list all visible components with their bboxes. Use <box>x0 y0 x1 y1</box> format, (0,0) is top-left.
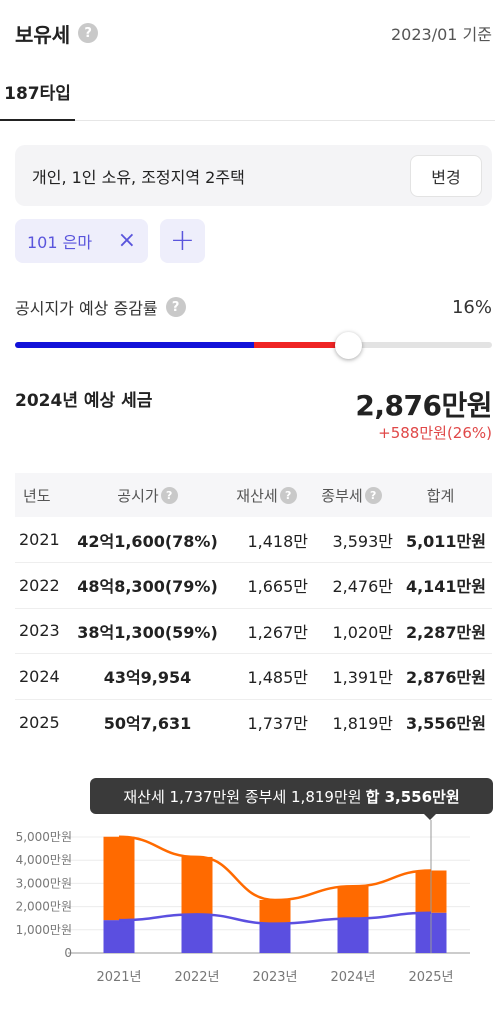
table-row: 2021 42억1,600(78%) 1,418만 3,593만 5,011만원 <box>15 517 492 563</box>
cell-comprehensive: 3,593만 <box>310 517 395 563</box>
cell-property: 1,485만 <box>225 653 310 700</box>
tooltip-text: 재산세 1,737만원 종부세 1,819만원 <box>123 787 362 806</box>
y-tick-label: 1,000만원 <box>16 923 72 937</box>
header-property: 재산세? <box>225 473 310 517</box>
x-tick-label: 2025년 <box>408 970 453 985</box>
cell-total: 3,556만원 <box>405 714 486 733</box>
y-tick-label: 5,000만원 <box>16 830 72 844</box>
x-tick-label: 2022년 <box>174 970 219 985</box>
help-icon[interactable]: ? <box>279 486 297 504</box>
header-total: 합계 <box>395 473 492 517</box>
tab-bar: 187타입 <box>0 62 495 121</box>
tax-chart[interactable]: 0 1,000만원 2,000만원 3,000만원 4,000만원 5,000만원 2021… <box>0 820 495 1024</box>
cell-year: 2022 <box>15 562 70 609</box>
bar-property <box>181 914 213 953</box>
y-tick-label: 4,000만원 <box>16 853 72 867</box>
help-icon[interactable]: ? <box>165 297 186 317</box>
cell-comprehensive: 1,391만 <box>310 653 395 700</box>
tab-187[interactable]: 187타입 <box>0 62 75 121</box>
bar-comprehensive <box>103 836 135 921</box>
cell-property: 1,267만 <box>225 608 310 654</box>
add-button[interactable]: + <box>160 219 205 263</box>
slider-fill-negative <box>15 342 254 348</box>
header-year: 년도 <box>15 473 70 517</box>
rate-label: 공시지가 예상 증감률 <box>15 299 158 318</box>
table-row: 2025 50억7,631 1,737만 1,819만 3,556만원 <box>15 699 492 745</box>
cell-total: 2,287만원 <box>395 608 492 654</box>
condition-text: 개인, 1인 소유, 조정지역 2주택 <box>32 167 245 187</box>
estimate-section: 2024년 예상 세금 2,876만원 +588만원(26%) <box>15 384 492 444</box>
cell-year: 2024 <box>15 653 70 700</box>
help-icon[interactable]: ? <box>364 486 382 504</box>
cell-price: 43억9,954 <box>70 653 225 700</box>
y-tick-label: 0 <box>64 946 72 960</box>
cell-total: 5,011만원 <box>395 517 492 563</box>
help-icon[interactable]: ? <box>78 23 99 43</box>
table-row: 2022 48억8,300(79%) 1,665만 2,476만 4,141만원 <box>15 562 492 609</box>
header-property-label: 재산세 <box>236 486 278 505</box>
bar-property <box>337 918 369 953</box>
chip-label: 101 은마 <box>27 233 93 252</box>
tax-table: 년도 공시가? 재산세? 종부세? 합계 2021 42억1,600(78%) 1,… <box>15 473 492 745</box>
chart-tooltip: 재산세 1,737만원 종부세 1,819만원 합 3,556만원 <box>90 778 493 820</box>
header-price-label: 공시가 <box>117 486 159 505</box>
cell-year: 2025 <box>19 712 60 732</box>
table-row: 2024 43억9,954 1,485만 1,391만 2,876만원 <box>15 653 492 700</box>
basis-date: 2023/01 기준 <box>391 25 492 44</box>
header-price: 공시가? <box>70 473 225 517</box>
cell-total: 4,141만원 <box>395 562 492 609</box>
x-tick-label: 2024년 <box>330 970 375 985</box>
help-icon[interactable]: ? <box>160 486 178 504</box>
cell-year: 2021 <box>15 517 70 563</box>
cell-comprehensive: 2,476만 <box>310 562 395 609</box>
cell-comprehensive: 1,020만 <box>310 608 395 654</box>
bar-property <box>103 920 135 953</box>
cell-comprehensive: 1,819만 <box>332 714 393 733</box>
tooltip-total: 합 3,556만원 <box>365 787 460 806</box>
cell-price: 48억8,300(79%) <box>70 562 225 609</box>
x-tick-label: 2021년 <box>96 970 141 985</box>
condition-box: 개인, 1인 소유, 조정지역 2주택 변경 <box>15 145 492 206</box>
close-icon[interactable]: × <box>118 230 136 252</box>
bar-comprehensive <box>337 886 369 919</box>
cell-price: 50억7,631 <box>103 714 192 733</box>
cell-price: 38억1,300(59%) <box>70 608 225 654</box>
rate-label-wrap: 공시지가 예상 증감률 ? <box>15 295 186 319</box>
estimate-amount: 2,876만원 <box>355 389 492 422</box>
rate-row: 공시지가 예상 증감률 ? 16% <box>15 294 492 320</box>
rate-value: 16% <box>451 296 492 318</box>
bar-comprehensive <box>181 856 213 915</box>
title-wrap: 보유세 ? <box>15 19 99 48</box>
cell-total: 2,876만원 <box>395 653 492 700</box>
estimate-diff: +588만원(26%) <box>378 424 492 442</box>
estimate-label: 2024년 예상 세금 <box>15 391 153 411</box>
cell-year: 2023 <box>15 608 70 654</box>
y-tick-label: 3,000만원 <box>16 876 72 890</box>
bar-comprehensive <box>259 899 291 924</box>
y-tick-label: 2,000만원 <box>16 900 72 914</box>
header: 보유세 ? 2023/01 기준 <box>15 18 492 48</box>
x-tick-label: 2023년 <box>252 970 297 985</box>
apartment-chip[interactable]: 101 은마 × <box>15 219 148 263</box>
table-header-row: 년도 공시가? 재산세? 종부세? 합계 <box>15 473 492 517</box>
cell-price: 42억1,600(78%) <box>70 517 225 563</box>
page-title: 보유세 <box>15 22 71 47</box>
cell-property: 1,665만 <box>225 562 310 609</box>
header-comprehensive: 종부세? <box>310 473 395 517</box>
header-comprehensive-label: 종부세 <box>321 486 363 505</box>
rate-slider[interactable] <box>15 332 492 359</box>
line-total <box>118 835 432 902</box>
slider-thumb[interactable] <box>335 332 363 359</box>
change-button[interactable]: 변경 <box>410 154 482 197</box>
bar-property <box>259 923 291 953</box>
table-row: 2023 38억1,300(59%) 1,267만 1,020만 2,287만원 <box>15 608 492 654</box>
cell-property: 1,737만 <box>247 714 308 733</box>
cell-property: 1,418만 <box>225 517 310 563</box>
